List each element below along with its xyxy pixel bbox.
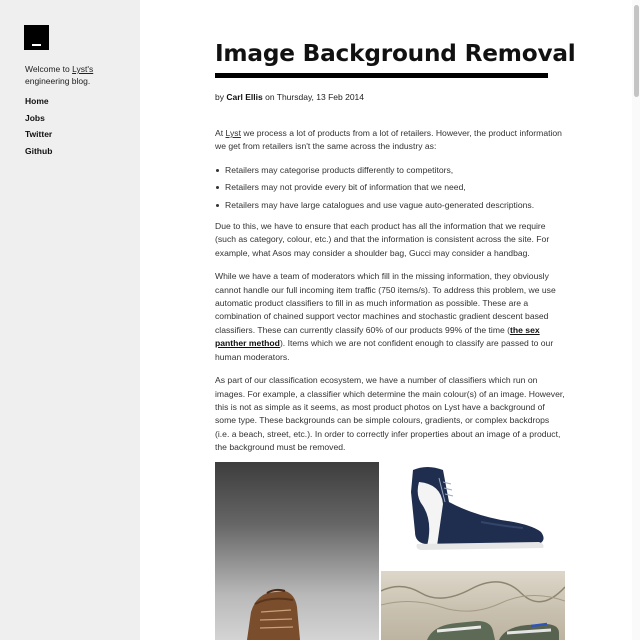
welcome-text: Welcome to Lyst's engineering blog. — [25, 63, 125, 87]
nav-item-home[interactable]: Home — [25, 95, 52, 112]
list-item: Retailers may categorise products differ… — [216, 164, 565, 177]
nav-item-github[interactable]: Github — [25, 145, 52, 162]
p3-before: While we have a team of moderators which… — [215, 271, 556, 335]
lyst-link[interactable]: Lyst's — [72, 64, 93, 74]
welcome-suffix: engineering blog. — [25, 76, 91, 86]
title-divider — [215, 73, 548, 78]
scrollbar-thumb[interactable] — [634, 5, 639, 97]
nav-item-twitter[interactable]: Twitter — [25, 128, 52, 145]
paragraph-intro: At Lyst we process a lot of products fro… — [215, 127, 565, 154]
author-name: Carl Ellis — [226, 92, 263, 102]
list-item: Retailers may not provide every bit of i… — [216, 181, 565, 194]
sidebar-nav: Home Jobs Twitter Github — [25, 95, 52, 161]
paragraph-classifiers: While we have a team of moderators which… — [215, 270, 565, 364]
reasons-list: Retailers may categorise products differ… — [215, 164, 565, 212]
lyst-inline-link[interactable]: Lyst — [226, 128, 241, 138]
list-item: Retailers may have large catalogues and … — [216, 199, 565, 212]
post-date: on Thursday, 13 Feb 2014 — [262, 92, 365, 102]
boot-on-gradient-image — [215, 462, 379, 640]
sneaker-white-bg-image — [381, 462, 565, 568]
scrollbar[interactable] — [632, 0, 640, 640]
beach-sneakers-illustration — [381, 581, 565, 640]
nav-item-jobs[interactable]: Jobs — [25, 112, 52, 129]
sneakers-on-beach-image — [381, 571, 565, 640]
byline-prefix: by — [215, 92, 227, 102]
high-top-sneaker-illustration — [411, 467, 544, 550]
post-title: Image Background Removal — [215, 40, 576, 67]
paragraph-consistency: Due to this, we have to ensure that each… — [215, 221, 550, 258]
brown-boot-illustration — [247, 588, 300, 640]
paragraph-image-classifiers: As part of our classification ecosystem,… — [215, 375, 565, 453]
welcome-prefix: Welcome to — [25, 64, 73, 74]
post-byline: by Carl Ellis on Thursday, 13 Feb 2014 — [215, 92, 364, 102]
p1-prefix: At — [215, 128, 226, 138]
post-body: At Lyst we process a lot of products fro… — [215, 127, 565, 465]
sidebar: Welcome to Lyst's engineering blog. Home… — [0, 0, 140, 640]
lyst-logo-icon[interactable] — [24, 25, 49, 50]
p1-suffix: we process a lot of products from a lot … — [215, 128, 562, 152]
